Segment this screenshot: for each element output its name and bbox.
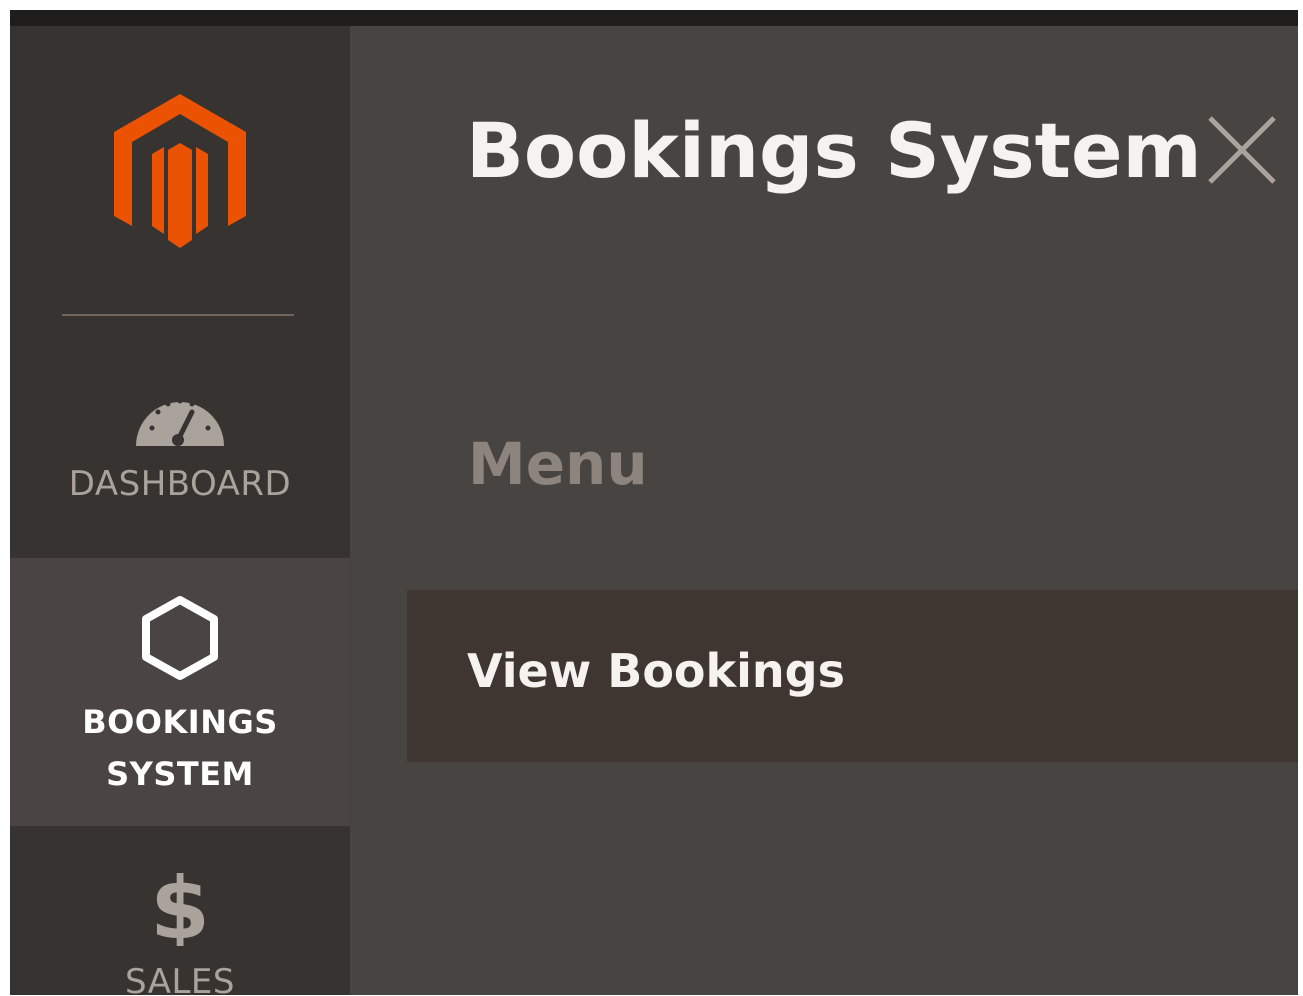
admin-sidebar: DASHBOARD BOOKINGS SYSTEM $ SALES [10,26,350,995]
close-icon [1208,116,1276,184]
sidebar-item-label: BOOKINGS SYSTEM [82,703,278,793]
sidebar-item-label: SALES [125,962,235,995]
sidebar-item-label: DASHBOARD [68,464,292,504]
menu-heading: Menu [468,430,648,498]
submenu-item-label: View Bookings [467,644,845,698]
sidebar-item-sales[interactable]: $ SALES [10,826,350,995]
close-button[interactable] [1202,110,1282,190]
dollar-icon: $ [150,859,210,946]
panel-title: Bookings System [466,106,1202,195]
top-bar [10,10,1298,26]
speedometer-icon [136,398,224,446]
logo-link[interactable] [10,26,350,316]
logo-divider [62,314,294,316]
sidebar-item-bookings-system[interactable]: BOOKINGS SYSTEM [10,558,350,826]
hexagon-icon [142,596,218,680]
sidebar-item-dashboard[interactable]: DASHBOARD [10,326,350,558]
admin-window: DASHBOARD BOOKINGS SYSTEM $ SALES Booking… [10,10,1298,995]
magento-logo-icon [114,94,246,248]
submenu-item-view-bookings[interactable]: View Bookings [407,590,1298,762]
svg-text:$: $ [150,859,210,946]
